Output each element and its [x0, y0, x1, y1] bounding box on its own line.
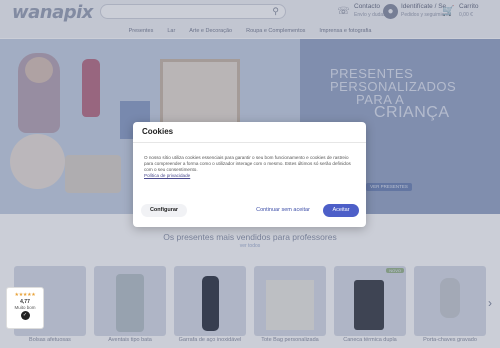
rating-text: Muito bom [14, 305, 36, 310]
continue-without-accepting-button[interactable]: Continuar sem aceitar [250, 204, 316, 217]
configure-button[interactable]: Configurar [141, 204, 187, 217]
rating-badge[interactable]: ★★★★★ 4,77 Muito bom ✓ [6, 287, 44, 329]
cookie-dialog-title: Cookies [142, 127, 174, 136]
accept-button[interactable]: Aceitar [323, 204, 359, 217]
cookie-dialog-text: O nosso sítio utiliza cookies essenciais… [144, 155, 351, 172]
privacy-policy-link[interactable]: Política de privacidade [144, 173, 190, 179]
rating-stars: ★★★★★ [14, 292, 36, 298]
divider [133, 142, 366, 143]
cookie-dialog-body: O nosso sítio utiliza cookies essenciais… [144, 155, 356, 179]
cookie-dialog: Cookies O nosso sítio utiliza cookies es… [133, 122, 366, 227]
review-provider-logo-icon: ✓ [20, 311, 30, 320]
